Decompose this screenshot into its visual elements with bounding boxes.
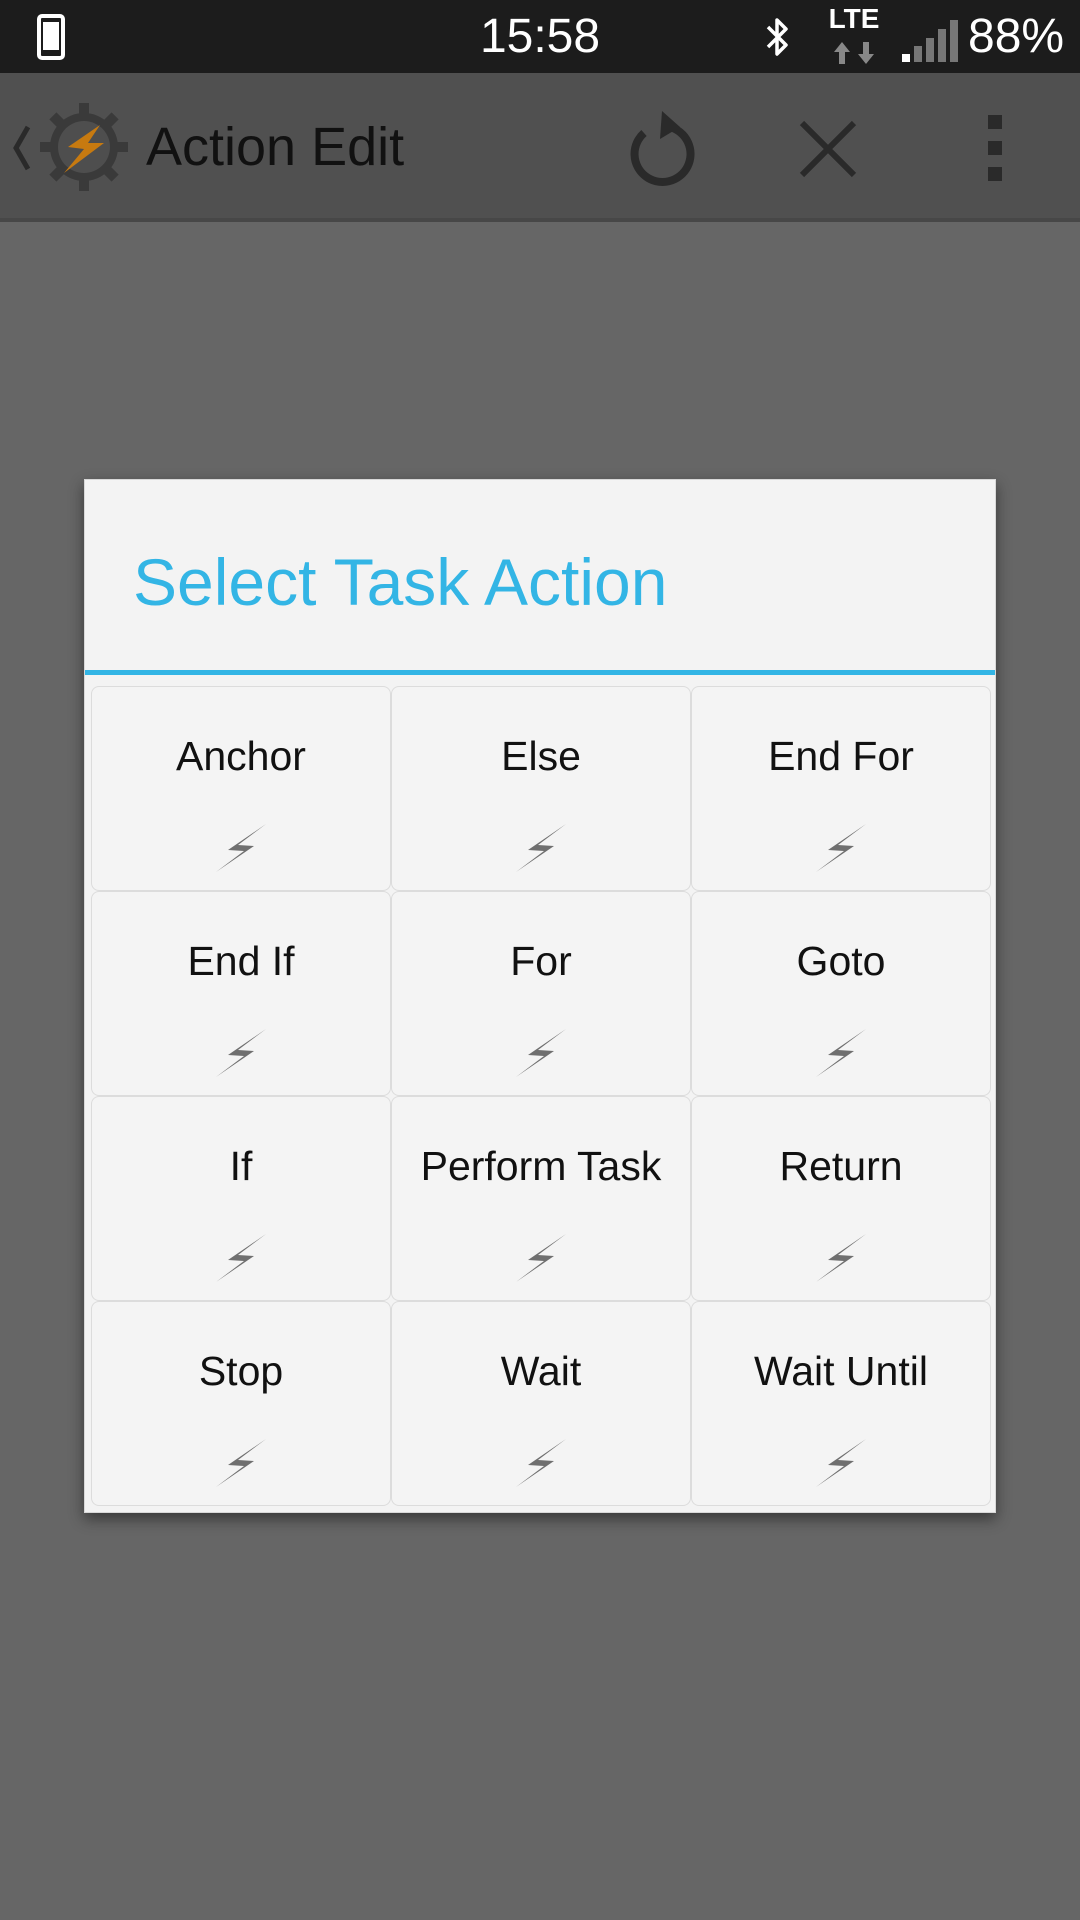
action-item-wait[interactable]: Wait bbox=[391, 1301, 691, 1506]
lightning-bolt-icon bbox=[816, 1234, 866, 1282]
dialog-title: Select Task Action bbox=[133, 545, 668, 619]
action-item-end-if[interactable]: End If bbox=[91, 891, 391, 1096]
signal-icon bbox=[902, 20, 958, 62]
action-item-label: Return bbox=[779, 1143, 903, 1189]
action-grid: Anchor Else End For End If For Goto If P… bbox=[91, 686, 991, 1506]
action-item-label: End If bbox=[187, 938, 295, 984]
action-item-else[interactable]: Else bbox=[391, 686, 691, 891]
status-bar: 15:58 LTE 88% bbox=[0, 0, 1080, 73]
lightning-bolt-icon bbox=[216, 824, 266, 872]
tasker-logo-icon[interactable] bbox=[40, 103, 128, 191]
action-item-perform-task[interactable]: Perform Task bbox=[391, 1096, 691, 1301]
lightning-bolt-icon bbox=[816, 824, 866, 872]
action-item-label: If bbox=[229, 1143, 253, 1189]
action-item-wait-until[interactable]: Wait Until bbox=[691, 1301, 991, 1506]
lightning-bolt-icon bbox=[216, 1029, 266, 1077]
lightning-bolt-icon bbox=[516, 824, 566, 872]
lightning-bolt-icon bbox=[216, 1234, 266, 1282]
undo-icon[interactable] bbox=[622, 103, 698, 189]
overflow-menu-icon[interactable] bbox=[980, 113, 1010, 183]
action-item-anchor[interactable]: Anchor bbox=[91, 686, 391, 891]
bluetooth-icon bbox=[766, 18, 788, 56]
dialog-divider bbox=[85, 670, 995, 675]
lightning-bolt-icon bbox=[816, 1029, 866, 1077]
battery-percent: 88% bbox=[968, 10, 1065, 63]
action-item-label: Wait Until bbox=[754, 1348, 928, 1394]
action-item-return[interactable]: Return bbox=[691, 1096, 991, 1301]
action-item-label: Wait bbox=[500, 1348, 582, 1394]
action-item-end-for[interactable]: End For bbox=[691, 686, 991, 891]
action-item-for[interactable]: For bbox=[391, 891, 691, 1096]
lightning-bolt-icon bbox=[516, 1439, 566, 1487]
lightning-bolt-icon bbox=[816, 1439, 866, 1487]
action-item-label: End For bbox=[768, 733, 914, 779]
lightning-bolt-icon bbox=[516, 1234, 566, 1282]
lightning-bolt-icon bbox=[516, 1029, 566, 1077]
action-item-label: For bbox=[510, 938, 572, 984]
action-item-label: Anchor bbox=[176, 733, 306, 779]
lightning-bolt-icon bbox=[216, 1439, 266, 1487]
select-task-action-dialog: Select Task Action Anchor Else End For E… bbox=[84, 479, 996, 1513]
action-bar: Action Edit bbox=[0, 73, 1080, 222]
action-item-label: Goto bbox=[796, 938, 886, 984]
action-item-goto[interactable]: Goto bbox=[691, 891, 991, 1096]
action-item-label: Stop bbox=[198, 1348, 284, 1394]
close-icon[interactable] bbox=[796, 117, 860, 181]
page-title: Action Edit bbox=[146, 117, 405, 177]
action-item-if[interactable]: If bbox=[91, 1096, 391, 1301]
back-chevron-icon[interactable] bbox=[10, 123, 32, 173]
lte-icon bbox=[834, 42, 874, 64]
action-item-label: Perform Task bbox=[420, 1143, 662, 1189]
action-item-stop[interactable]: Stop bbox=[91, 1301, 391, 1506]
action-item-label: Else bbox=[501, 733, 581, 779]
